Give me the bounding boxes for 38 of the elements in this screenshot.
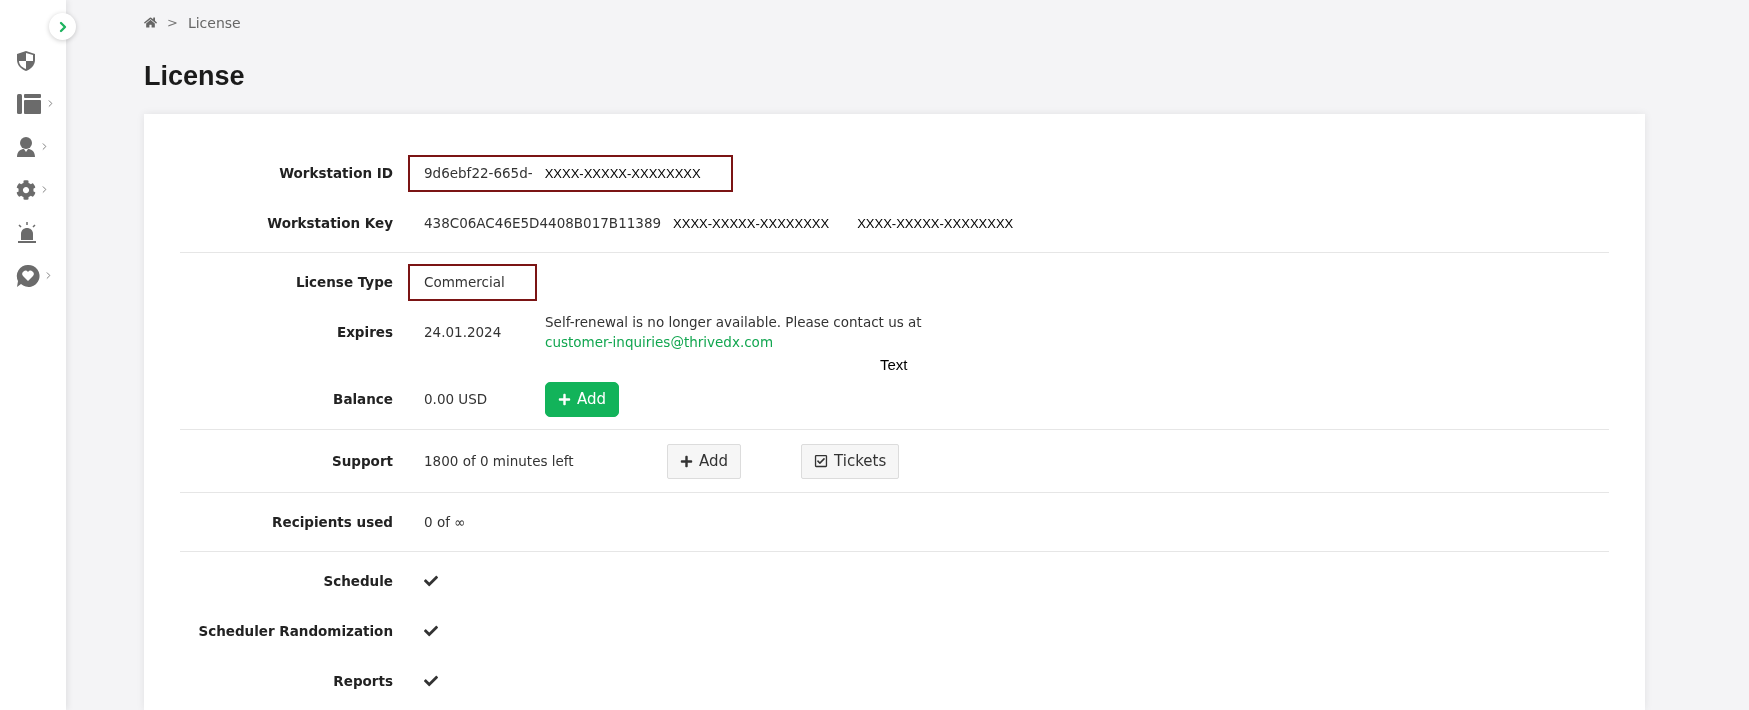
field-label: License Type: [294, 274, 393, 290]
field-value: 1800 of 0 minutes left: [424, 453, 575, 469]
stray-text: Text: [880, 357, 908, 373]
field-label: Workstation Key: [266, 215, 393, 231]
feature-label: Reports: [332, 673, 393, 689]
tickets-button[interactable]: Tickets: [801, 443, 900, 479]
plus-icon: [680, 454, 693, 468]
breadcrumb-separator: >: [167, 15, 178, 30]
sidebar-toggle-button[interactable]: [49, 13, 76, 40]
masked-value: XXXX-XXXXX-XXXXXXXX: [857, 215, 1014, 231]
masked-value: XXXX-XXXXX-XXXXXXXX: [544, 165, 701, 181]
field-label: Expires: [335, 324, 393, 340]
feature-label: Schedule: [322, 573, 393, 589]
masked-value: XXXX-XXXXX-XXXXXXXX: [673, 215, 830, 231]
settings-icon: [16, 179, 36, 200]
field-label: Balance: [332, 391, 393, 407]
field-value: 0 of ∞: [424, 514, 466, 530]
field-label: Recipients used: [271, 514, 393, 530]
layout-icon: [16, 92, 42, 115]
field-value: 0.00 USD: [424, 391, 489, 407]
add-button[interactable]: Add: [667, 443, 742, 479]
field-label: Support: [330, 453, 393, 469]
field-value: 438C06AC46E5D4408B017B11389: [424, 215, 662, 231]
field-label: Workstation ID: [278, 165, 393, 181]
plus-icon: [558, 392, 571, 406]
field-value: 24.01.2024: [424, 324, 503, 340]
breadcrumb-item: License: [187, 14, 241, 31]
page-title: License: [144, 61, 246, 92]
field-value: 9d6ebf22-665d-: [424, 165, 533, 181]
feature-label: Scheduler Randomization: [197, 623, 393, 639]
field-value: Commercial: [424, 274, 505, 290]
home-icon[interactable]: [144, 16, 157, 29]
checkbox-icon: [814, 454, 829, 468]
alarm-light-icon: [16, 221, 38, 244]
renewal-notice: Self-renewal is no longer available. Please contact us at: [545, 313, 922, 332]
heart-chat-icon: [16, 263, 40, 288]
shield-icon: [16, 49, 36, 72]
user-icon: [16, 135, 36, 158]
